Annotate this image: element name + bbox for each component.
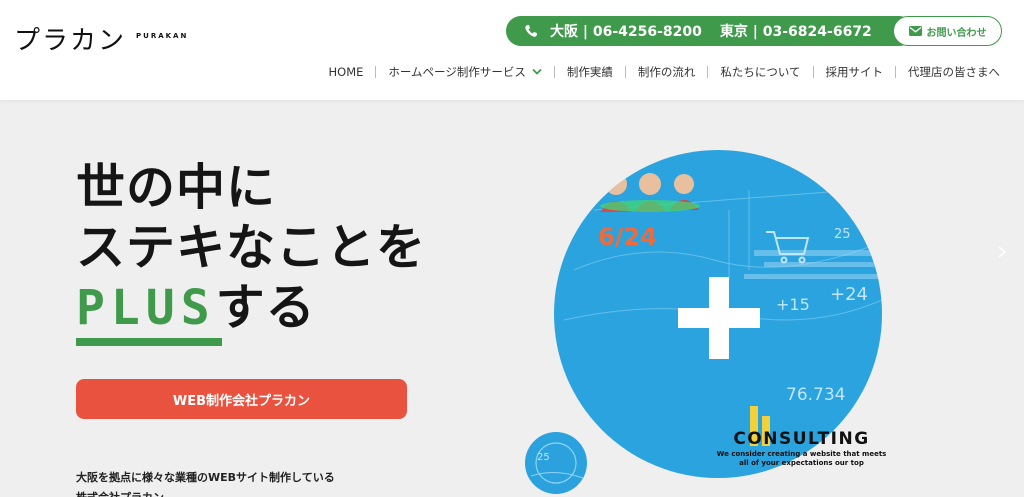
site-header: プラカン PURAKAN 大阪 | 06-4256-8200 東京 | 03-6…	[0, 0, 1024, 100]
nav-divider	[624, 66, 626, 78]
main-nav: HOME ホームページ制作サービス 制作実績 制作の流れ 私たちについて 採用サ…	[329, 64, 1000, 80]
hero-description: 大阪を拠点に様々な業種のWEBサイト制作している 株式会社プラカン	[76, 468, 335, 497]
small-circle-art: 25	[530, 442, 584, 484]
headline-line-3: PLUSする	[76, 278, 426, 338]
nav-item-agency[interactable]: 代理店の皆さまへ	[908, 64, 1000, 80]
headline-line-2: ステキなことを	[76, 219, 427, 276]
nav-item-about[interactable]: 私たちについて	[720, 64, 800, 80]
headline-line-1: 世の中に	[76, 159, 277, 216]
hero-headline: 世の中に ステキなことを PLUSする	[76, 158, 426, 338]
headline-suffix: する	[215, 279, 316, 336]
consulting-subtitle-1: We consider creating a website that meet…	[716, 450, 887, 458]
nav-divider	[895, 66, 896, 78]
consulting-subtitle-2: all of your expectations our top	[739, 459, 864, 467]
nav-divider	[812, 66, 814, 78]
nav-item-flow[interactable]: 制作の流れ	[638, 64, 696, 80]
nav-divider	[553, 66, 555, 78]
deco-number-5: 76.734	[786, 385, 845, 405]
phone-tokyo[interactable]: 東京 | 03-6824-6672	[720, 21, 872, 41]
arrow-right-icon[interactable]	[996, 245, 1008, 259]
phone-osaka[interactable]: 大阪 | 06-4256-8200	[550, 21, 702, 41]
mail-icon	[908, 26, 922, 36]
description-line-2: 株式会社プラカン	[76, 488, 335, 497]
plus-underline	[76, 338, 222, 346]
nav-item-recruit[interactable]: 採用サイト	[826, 64, 884, 80]
deco-number-1: 6/24	[598, 223, 657, 251]
nav-item-services[interactable]: ホームページ制作サービス	[388, 64, 542, 80]
contact-button[interactable]: お問い合わせ	[893, 16, 1002, 46]
cta-button[interactable]: WEB制作会社プラカン	[76, 379, 407, 419]
logo-wordmark[interactable]: プラカン	[14, 28, 126, 54]
consulting-label: CONSULTING We consider creating a websit…	[714, 428, 889, 468]
description-line-1: 大阪を拠点に様々な業種のWEBサイト制作している	[76, 471, 335, 484]
nav-item-services-label: ホームページ制作サービス	[388, 65, 526, 79]
phone-icon	[525, 24, 538, 37]
contact-label: お問い合わせ	[926, 27, 987, 39]
deco-number-2: +15	[776, 295, 810, 314]
nav-item-works[interactable]: 制作実績	[567, 64, 613, 80]
small-deco-number: 25	[537, 452, 550, 463]
phone-numbers[interactable]: 大阪 | 06-4256-8200 東京 | 03-6824-6672	[506, 16, 914, 46]
deco-number-4: 25	[834, 227, 851, 242]
nav-divider	[375, 66, 377, 78]
deco-number-3: +24	[830, 284, 868, 305]
consulting-title: CONSULTING	[733, 429, 870, 449]
logo[interactable]: プラカン PURAKAN	[14, 28, 188, 54]
nav-item-home[interactable]: HOME	[329, 65, 364, 79]
nav-divider	[707, 66, 709, 78]
plus-word: PLUS	[76, 280, 216, 336]
logo-subtext: PURAKAN	[136, 32, 189, 40]
hero-small-circle: 25	[525, 432, 587, 494]
chevron-down-icon	[532, 68, 542, 75]
